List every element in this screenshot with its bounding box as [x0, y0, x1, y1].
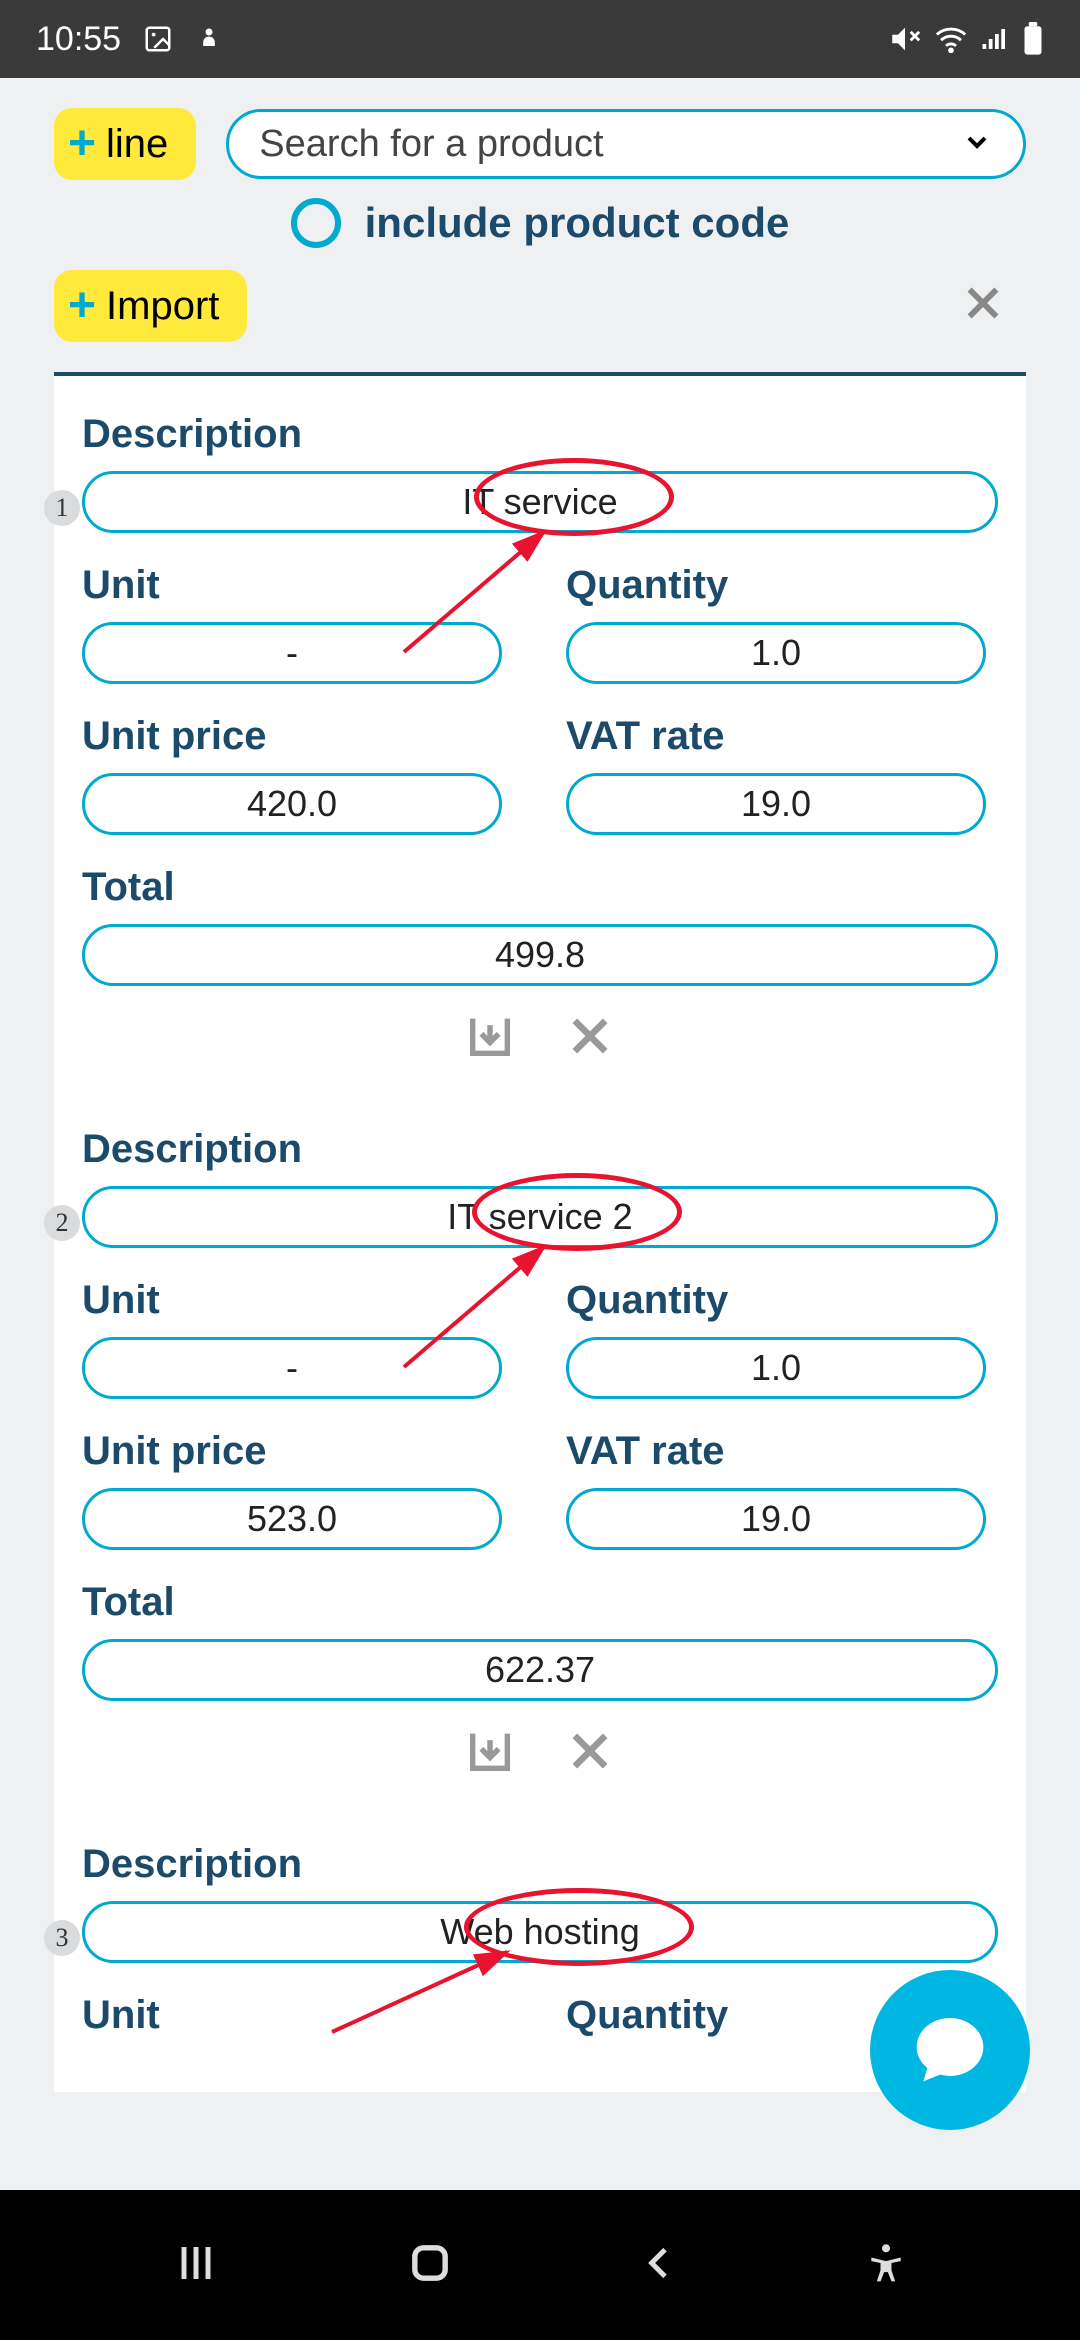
unit-price-input[interactable]: 523.0: [82, 1488, 502, 1550]
accessibility-nav-button[interactable]: [864, 2241, 908, 2290]
status-bar: 10:55: [0, 0, 1080, 78]
import-button[interactable]: + Import: [54, 270, 247, 342]
unit-input[interactable]: -: [82, 1337, 502, 1399]
total-input[interactable]: 499.8: [82, 924, 998, 986]
line-item: 3 Description Web hosting Unit Quantity: [82, 1842, 998, 2052]
line-item: 2 Description IT service 2 Unit - Quanti…: [82, 1127, 998, 1782]
description-label: Description: [82, 1842, 998, 1887]
delete-item-icon[interactable]: [564, 1725, 616, 1782]
unit-label: Unit: [82, 1278, 514, 1323]
chat-fab-button[interactable]: [870, 1970, 1030, 2130]
unit-price-label: Unit price: [82, 1429, 514, 1474]
mute-vibrate-icon: [888, 22, 922, 56]
total-input[interactable]: 622.37: [82, 1639, 998, 1701]
quantity-label: Quantity: [566, 563, 998, 608]
search-placeholder: Search for a product: [259, 123, 603, 166]
signal-icon: [980, 24, 1010, 54]
item-number-badge: 2: [44, 1205, 80, 1241]
search-product-select[interactable]: Search for a product: [226, 109, 1026, 179]
unit-price-input[interactable]: 420.0: [82, 773, 502, 835]
image-icon: [143, 24, 173, 54]
item-number-badge: 1: [44, 490, 80, 526]
add-line-label: line: [106, 122, 168, 167]
close-button[interactable]: [950, 274, 1016, 339]
quantity-input[interactable]: 1.0: [566, 622, 986, 684]
chevron-down-icon: [961, 126, 993, 163]
line-items-card: 1 Description IT service Unit - Quantity…: [54, 376, 1026, 2092]
quantity-label: Quantity: [566, 1278, 998, 1323]
description-label: Description: [82, 1127, 998, 1172]
vat-rate-input[interactable]: 19.0: [566, 1488, 986, 1550]
quantity-input[interactable]: 1.0: [566, 1337, 986, 1399]
unit-label: Unit: [82, 1993, 514, 2038]
unit-input[interactable]: -: [82, 622, 502, 684]
recents-nav-button[interactable]: [172, 2239, 220, 2292]
vat-rate-label: VAT rate: [566, 1429, 998, 1474]
battery-icon: [1022, 22, 1044, 56]
android-nav-bar: [0, 2190, 1080, 2340]
description-label: Description: [82, 412, 998, 457]
total-label: Total: [82, 865, 998, 910]
line-item: 1 Description IT service Unit - Quantity…: [82, 412, 998, 1067]
person-icon: [195, 25, 223, 53]
delete-item-icon[interactable]: [564, 1010, 616, 1067]
plus-icon: +: [68, 282, 96, 330]
chat-icon: [910, 2008, 990, 2093]
download-icon[interactable]: [464, 1725, 516, 1782]
import-label: Import: [106, 284, 219, 329]
description-input[interactable]: IT service 2: [82, 1186, 998, 1248]
back-nav-button[interactable]: [640, 2243, 680, 2288]
total-label: Total: [82, 1580, 998, 1625]
description-input[interactable]: IT service: [82, 471, 998, 533]
description-input[interactable]: Web hosting: [82, 1901, 998, 1963]
download-icon[interactable]: [464, 1010, 516, 1067]
wifi-icon: [934, 22, 968, 56]
plus-icon: +: [68, 120, 96, 168]
vat-rate-label: VAT rate: [566, 714, 998, 759]
home-nav-button[interactable]: [404, 2237, 456, 2294]
item-number-badge: 3: [44, 1920, 80, 1956]
add-line-button[interactable]: + line: [54, 108, 196, 180]
unit-label: Unit: [82, 563, 514, 608]
status-time: 10:55: [36, 20, 121, 59]
vat-rate-input[interactable]: 19.0: [566, 773, 986, 835]
unit-price-label: Unit price: [82, 714, 514, 759]
include-product-code-radio[interactable]: [291, 198, 341, 248]
include-product-code-label: include product code: [365, 199, 790, 247]
